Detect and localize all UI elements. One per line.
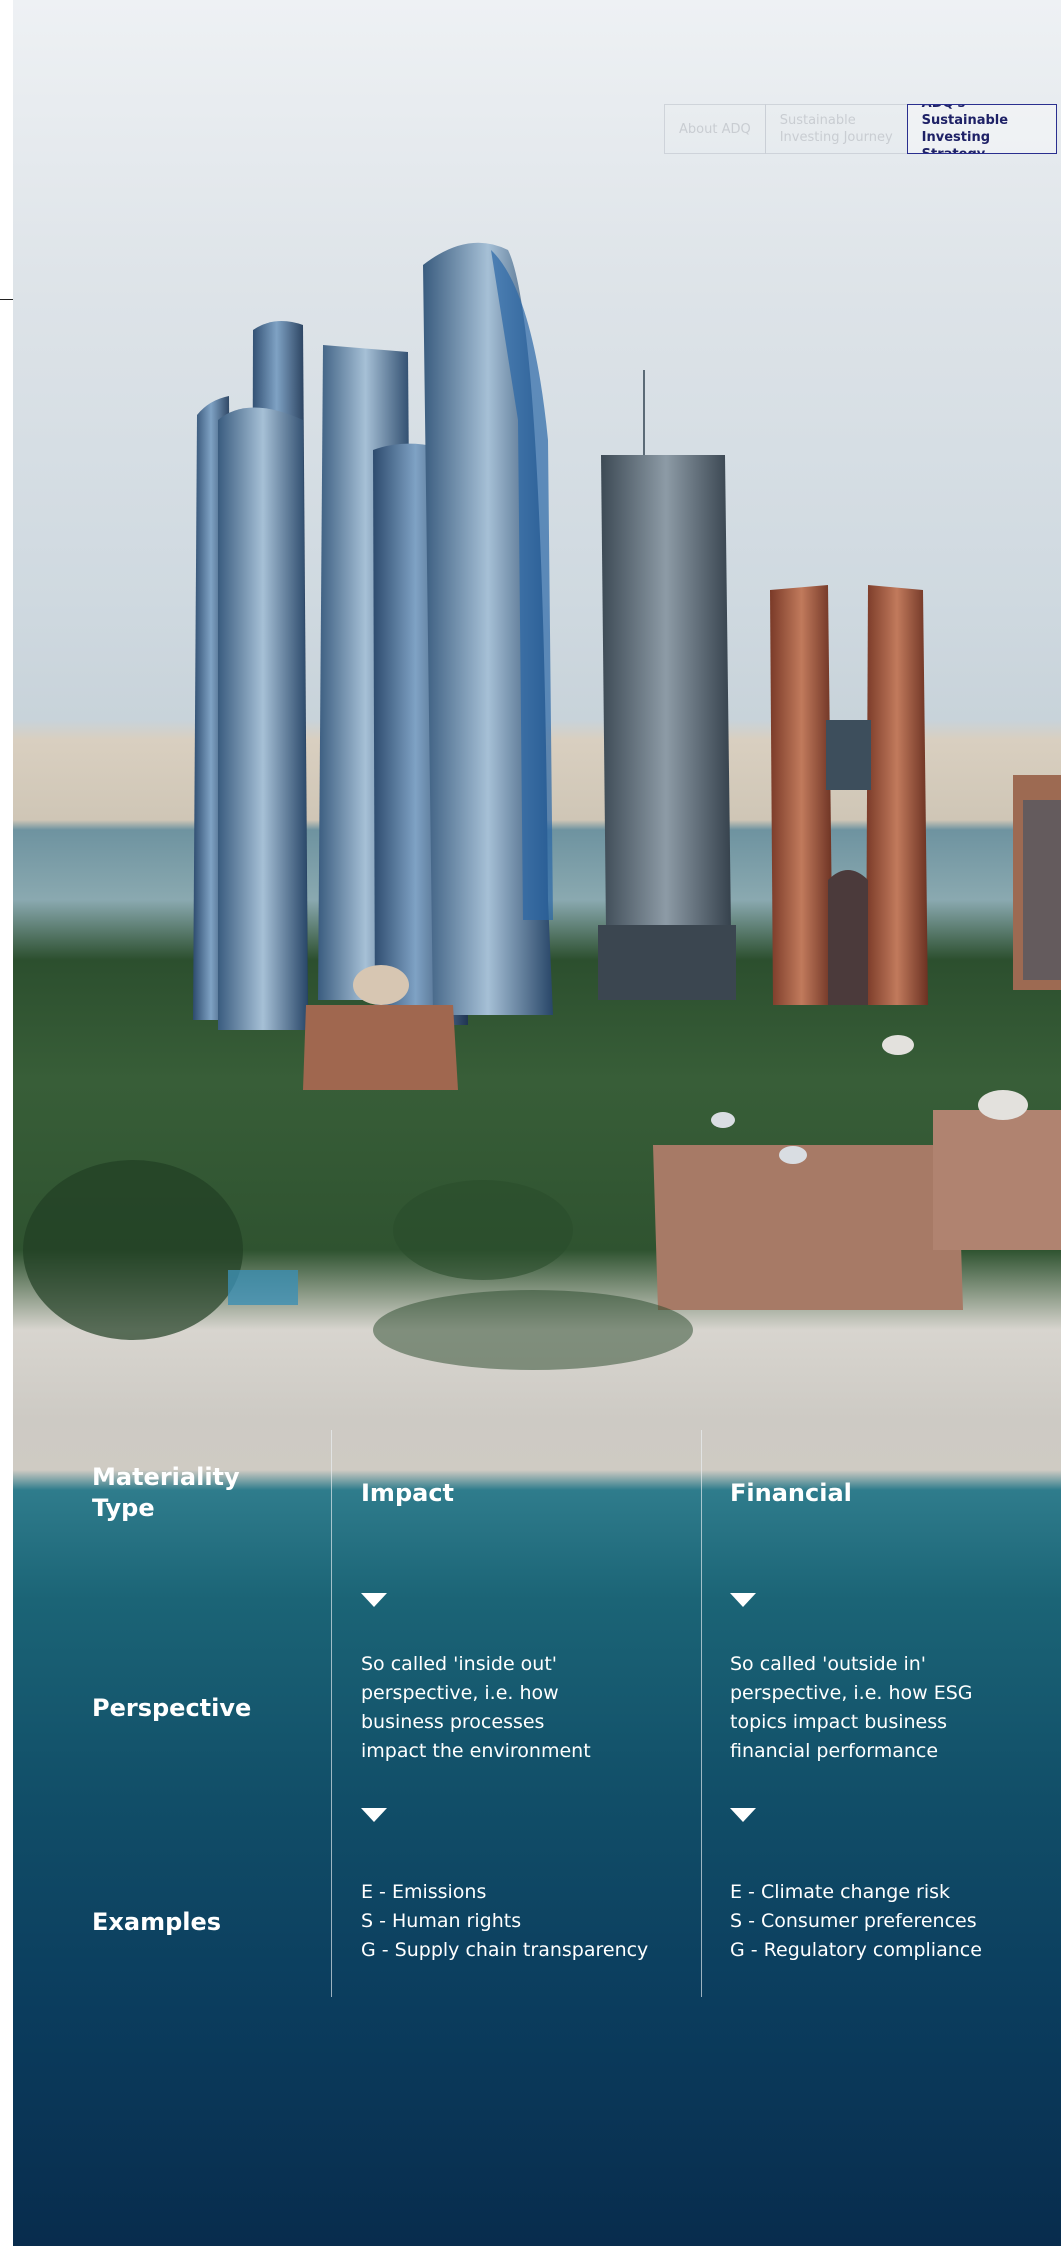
column-divider: [701, 1430, 702, 1997]
tower-shape: [770, 585, 833, 1005]
tower-shape: [598, 925, 736, 1000]
down-triangle-icon: [361, 1808, 387, 1822]
tab-about-adq[interactable]: About ADQ: [664, 104, 766, 154]
dome-shape: [779, 1146, 807, 1164]
tower-shape: [218, 407, 308, 1030]
tree-cluster: [373, 1290, 693, 1370]
building-shape: [303, 1005, 458, 1090]
row-label-examples: Examples: [92, 1908, 222, 1936]
column-header-financial: Financial: [730, 1479, 852, 1507]
row-label-perspective: Perspective: [92, 1694, 252, 1722]
tab-sustainable-investing-journey[interactable]: Sustainable Investing Journey: [764, 104, 908, 154]
down-triangle-icon: [361, 1593, 387, 1607]
corner-label: Materiality Type: [92, 1463, 240, 1522]
tower-shape: [866, 585, 928, 1005]
tower-shape: [643, 370, 645, 455]
dome-shape: [353, 965, 409, 1005]
tower-shape: [828, 870, 868, 1005]
down-triangle-icon: [730, 1808, 756, 1822]
examples-impact-text: E - Emissions S - Human rights G - Suppl…: [361, 1881, 649, 1961]
dome-shape: [882, 1035, 914, 1055]
section-nav: About ADQ Sustainable Investing Journey …: [664, 104, 1057, 156]
building-shape: [933, 1110, 1061, 1250]
left-edge-divider: [0, 299, 13, 300]
perspective-impact-text: So called 'inside out' perspective, i.e.…: [361, 1653, 591, 1762]
examples-financial-text: E - Climate change risk S - Consumer pre…: [730, 1881, 982, 1961]
tree-cluster: [393, 1180, 573, 1280]
perspective-financial-text: So called 'outside in' perspective, i.e.…: [730, 1653, 973, 1762]
tower-shape: [826, 720, 871, 790]
tree-cluster: [23, 1160, 243, 1340]
down-triangle-icon: [730, 1593, 756, 1607]
building-shape: [653, 1145, 963, 1310]
pool-shape: [228, 1270, 298, 1305]
column-header-impact: Impact: [361, 1479, 455, 1507]
tower-shape: [601, 455, 731, 930]
dome-shape: [711, 1112, 735, 1128]
hero-background: About ADQ Sustainable Investing Journey …: [13, 0, 1061, 2246]
tower-shape: [1023, 800, 1061, 980]
column-divider: [331, 1430, 332, 1997]
dome-shape: [978, 1090, 1028, 1120]
tab-sustainable-investing-strategy[interactable]: ADQ's Sustainable Investing Strategy: [906, 104, 1057, 154]
